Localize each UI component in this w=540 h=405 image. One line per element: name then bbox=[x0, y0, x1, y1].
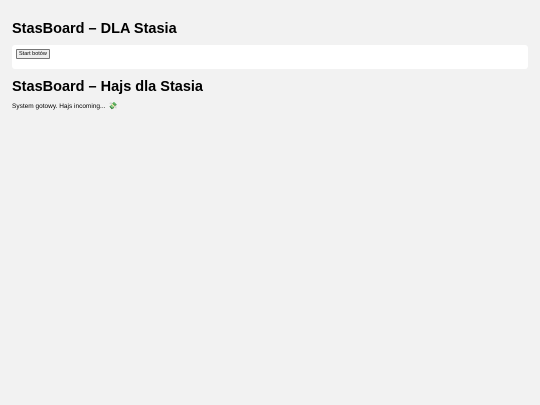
dashboard-title: StasBoard – Hajs dla Stasia bbox=[12, 79, 203, 95]
start-bots-button[interactable]: Start botów bbox=[16, 49, 50, 59]
page-title: StasBoard – DLA Stasia bbox=[12, 21, 177, 37]
page: StasBoard – DLA Stasia Start botów StasB… bbox=[0, 0, 540, 405]
money-with-wings-icon: 💸 bbox=[108, 103, 118, 110]
controls-panel: Start botów bbox=[12, 45, 528, 69]
status-message: System gotowy. Hajs incoming... 💸 bbox=[12, 102, 117, 111]
status-text: System gotowy. Hajs incoming... bbox=[12, 103, 106, 110]
